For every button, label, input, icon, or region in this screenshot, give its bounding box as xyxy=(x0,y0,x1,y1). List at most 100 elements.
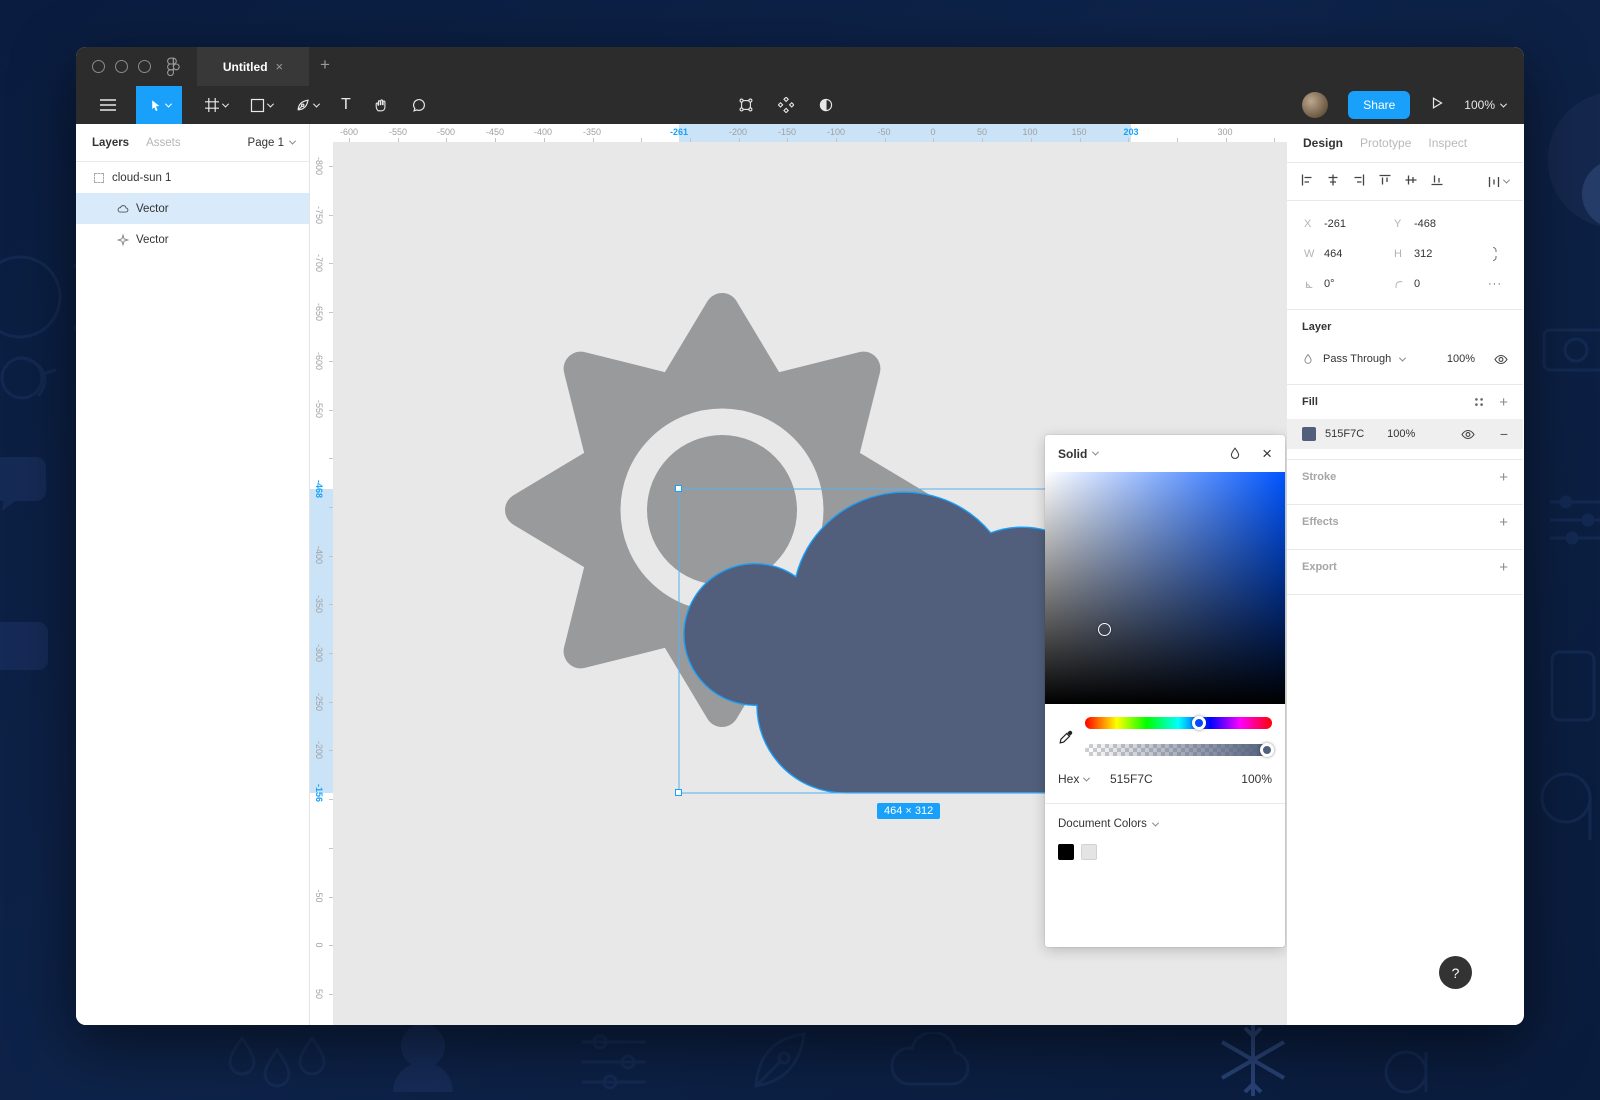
window-close-button[interactable] xyxy=(92,60,105,73)
align-vertical-center-button[interactable] xyxy=(1405,174,1417,189)
width-value[interactable]: 464 xyxy=(1324,248,1342,260)
document-colors-header[interactable]: Document Colors xyxy=(1058,818,1272,830)
tab-inspect[interactable]: Inspect xyxy=(1428,136,1467,150)
hue-slider-handle[interactable] xyxy=(1192,716,1206,730)
shape-tool-button[interactable] xyxy=(250,86,273,124)
blend-droplet-icon[interactable] xyxy=(1302,353,1314,366)
fill-hex-value[interactable]: 515F7C xyxy=(1325,428,1364,440)
zoom-chevron-icon[interactable] xyxy=(1500,100,1507,107)
sv-cursor[interactable] xyxy=(1098,623,1111,636)
eyedropper-icon[interactable] xyxy=(1058,729,1074,745)
rotation-value[interactable]: 0° xyxy=(1324,278,1335,290)
window-minimize-button[interactable] xyxy=(115,60,128,73)
fill-row[interactable]: 515F7C 100% − xyxy=(1287,419,1523,449)
add-fill-icon[interactable]: + xyxy=(1499,394,1508,411)
horizontal-ruler[interactable]: -600-550-500-450-400-350-261-200-150-100… xyxy=(310,124,1287,142)
share-button[interactable]: Share xyxy=(1348,91,1410,119)
blend-mode-chevron-icon[interactable] xyxy=(1399,354,1406,361)
create-component-button[interactable] xyxy=(778,86,794,124)
selection-handle-top-left[interactable] xyxy=(675,485,682,492)
layer-row-cloud-vector[interactable]: Vector xyxy=(76,193,309,224)
more-options-icon[interactable]: ··· xyxy=(1488,278,1502,290)
edit-object-button[interactable] xyxy=(738,86,754,124)
layer-visibility-icon[interactable] xyxy=(1494,354,1508,365)
mask-button[interactable] xyxy=(818,86,834,124)
corner-radius-value[interactable]: 0 xyxy=(1414,278,1420,290)
constrain-proportions-icon[interactable] xyxy=(1488,246,1498,262)
canvas[interactable]: 464 × 312 -600-550-500-450-400-350-261-2… xyxy=(310,124,1287,1025)
distribute-chevron-icon[interactable] xyxy=(1503,177,1510,184)
tab-prototype[interactable]: Prototype xyxy=(1360,136,1411,150)
close-picker-icon[interactable]: × xyxy=(1262,445,1272,462)
frame-tool-button[interactable] xyxy=(204,86,228,124)
new-tab-button[interactable]: + xyxy=(320,55,330,75)
corner-radius-field[interactable]: 0 xyxy=(1394,278,1484,290)
fill-opacity-value[interactable]: 100% xyxy=(1387,428,1415,440)
window-maximize-button[interactable] xyxy=(138,60,151,73)
tab-close-icon[interactable]: × xyxy=(276,60,284,73)
add-effect-icon[interactable]: + xyxy=(1499,514,1508,531)
tab-layers[interactable]: Layers xyxy=(92,137,129,149)
blend-mode-value[interactable]: Pass Through xyxy=(1323,353,1391,365)
shape-tool-chevron-icon[interactable] xyxy=(267,100,274,107)
fill-styles-icon[interactable] xyxy=(1473,396,1485,408)
saturation-value-area[interactable] xyxy=(1045,472,1285,704)
align-left-button[interactable] xyxy=(1301,174,1313,189)
document-color-swatch[interactable] xyxy=(1081,844,1097,860)
align-right-button[interactable] xyxy=(1353,174,1365,189)
hex-value-input[interactable]: 515F7C xyxy=(1110,772,1205,786)
x-value[interactable]: -261 xyxy=(1324,218,1346,230)
opacity-input[interactable]: 100% xyxy=(1241,772,1272,786)
remove-fill-icon[interactable]: − xyxy=(1500,426,1508,442)
align-top-button[interactable] xyxy=(1379,174,1391,189)
vertical-ruler[interactable]: -800-750-700-650-600-550-468-400-350-300… xyxy=(310,124,333,1025)
alpha-slider-handle[interactable] xyxy=(1260,743,1274,757)
help-button[interactable]: ? xyxy=(1439,956,1472,989)
align-bottom-button[interactable] xyxy=(1431,174,1443,189)
hand-tool-button[interactable] xyxy=(373,86,389,124)
move-tool-button[interactable] xyxy=(136,86,182,124)
rotation-field[interactable]: 0° xyxy=(1304,278,1394,290)
alpha-slider[interactable] xyxy=(1085,744,1272,756)
fill-visibility-icon[interactable] xyxy=(1461,429,1475,440)
frame-tool-chevron-icon[interactable] xyxy=(222,100,229,107)
add-stroke-icon[interactable]: + xyxy=(1499,469,1508,486)
format-chevron-icon[interactable] xyxy=(1083,774,1090,781)
hue-slider[interactable] xyxy=(1085,717,1272,729)
layer-opacity-value[interactable]: 100% xyxy=(1447,353,1475,365)
color-format-selector[interactable]: Hex xyxy=(1058,772,1110,786)
document-colors-chevron-icon[interactable] xyxy=(1152,819,1159,826)
user-avatar[interactable] xyxy=(1302,92,1328,118)
align-horizontal-center-button[interactable] xyxy=(1327,174,1339,189)
y-position-field[interactable]: Y -468 xyxy=(1394,218,1484,230)
document-color-swatch[interactable] xyxy=(1058,844,1074,860)
page-selector[interactable]: Page 1 xyxy=(248,137,295,149)
window-controls[interactable] xyxy=(92,60,151,73)
tab-assets[interactable]: Assets xyxy=(146,137,181,149)
height-value[interactable]: 312 xyxy=(1414,248,1432,260)
zoom-menu[interactable]: 100% xyxy=(1464,98,1506,112)
pen-tool-chevron-icon[interactable] xyxy=(313,100,320,107)
comment-tool-button[interactable] xyxy=(411,86,427,124)
y-value[interactable]: -468 xyxy=(1414,218,1436,230)
text-tool-button[interactable]: T xyxy=(341,86,351,124)
layer-row-sun-vector[interactable]: Vector xyxy=(76,224,309,255)
height-field[interactable]: H 312 xyxy=(1394,248,1484,260)
paint-type-chevron-icon[interactable] xyxy=(1092,449,1099,456)
layer-row-frame[interactable]: cloud-sun 1 xyxy=(76,162,309,193)
page-chevron-icon[interactable] xyxy=(289,138,296,145)
move-tool-chevron-icon[interactable] xyxy=(164,100,171,107)
pen-tool-button[interactable] xyxy=(295,86,319,124)
blend-mode-icon[interactable] xyxy=(1228,447,1242,461)
selection-handle-bottom-left[interactable] xyxy=(675,789,682,796)
width-field[interactable]: W 464 xyxy=(1304,248,1394,260)
distribute-button[interactable] xyxy=(1488,176,1509,188)
tab-design[interactable]: Design xyxy=(1303,136,1343,150)
present-button[interactable] xyxy=(1430,96,1444,115)
paint-type-selector[interactable]: Solid xyxy=(1058,447,1087,461)
add-export-icon[interactable]: + xyxy=(1499,559,1508,576)
x-position-field[interactable]: X -261 xyxy=(1304,218,1394,230)
main-menu-button[interactable] xyxy=(94,86,122,124)
file-tab[interactable]: Untitled × xyxy=(197,47,309,86)
fill-color-swatch[interactable] xyxy=(1302,427,1316,441)
